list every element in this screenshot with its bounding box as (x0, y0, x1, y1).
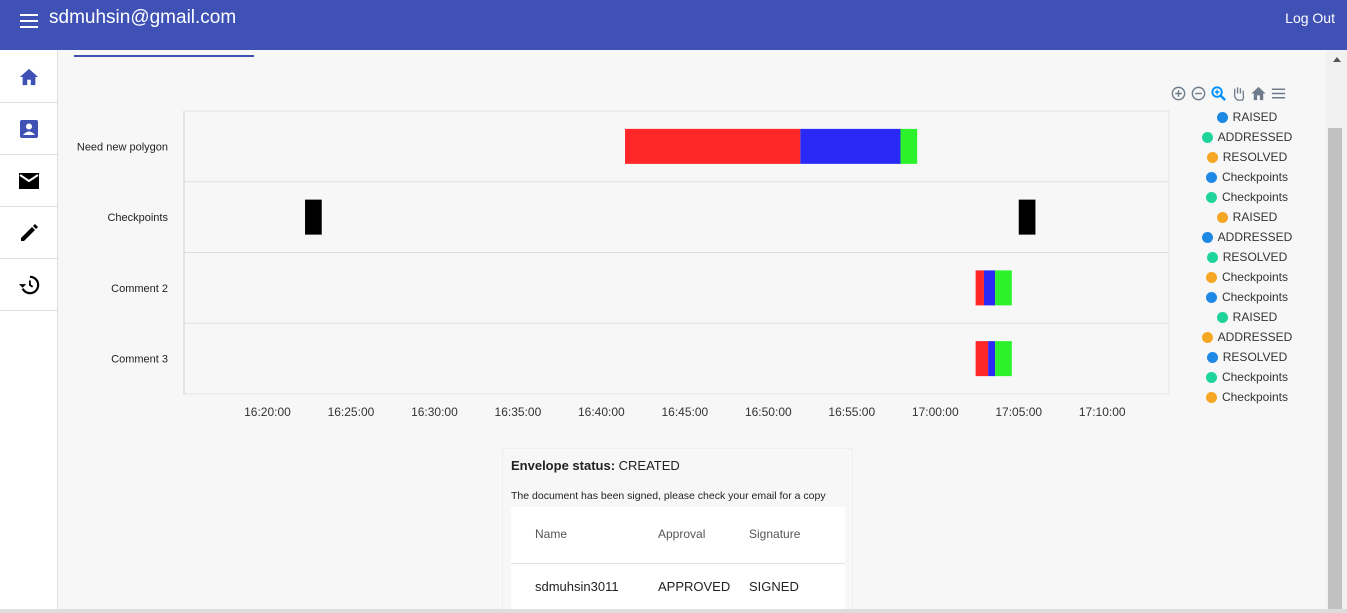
legend-marker (1205, 371, 1217, 383)
legend-marker (1201, 231, 1213, 243)
legend-marker (1205, 391, 1217, 403)
legend-item[interactable]: RESOLVED (1182, 147, 1312, 167)
legend-label: ADDRESSED (1217, 330, 1293, 344)
envelope-status-value: CREATED (618, 458, 680, 473)
row-label: Need new polygon (77, 141, 168, 153)
legend-label: RAISED (1232, 110, 1278, 124)
legend-marker (1216, 311, 1228, 323)
row-label: Checkpoints (107, 212, 168, 224)
column-header-signature: Signature (749, 527, 801, 541)
legend-label: ADDRESSED (1217, 230, 1293, 244)
zoom-select-icon[interactable] (1210, 85, 1227, 102)
bottom-edge (0, 609, 1347, 613)
x-tick-label: 17:00:00 (912, 405, 959, 419)
timeline-segment (988, 341, 996, 377)
legend-label: Checkpoints (1221, 190, 1289, 204)
signer-signature: SIGNED (749, 579, 799, 594)
chart-legend: RAISED ADDRESSED RESOLVED Checkpoints Checkp… (1182, 107, 1312, 407)
legend-item[interactable]: Checkpoints (1182, 167, 1312, 187)
legend-item[interactable]: Checkpoints (1182, 287, 1312, 307)
page-scrollbar[interactable] (1326, 50, 1347, 613)
envelope-status: Envelope status: CREATED (511, 458, 680, 473)
row-label: Comment 2 (111, 283, 168, 295)
legend-marker (1205, 291, 1217, 303)
legend-item[interactable]: Checkpoints (1182, 187, 1312, 207)
legend-label: RAISED (1232, 210, 1278, 224)
legend-marker (1216, 211, 1228, 223)
legend-marker (1206, 251, 1218, 263)
timeline-segment (625, 128, 801, 164)
legend-label: Checkpoints (1221, 270, 1289, 284)
timeline-segment (995, 341, 1012, 377)
legend-item[interactable]: RESOLVED (1182, 247, 1312, 267)
legend-label: RAISED (1232, 310, 1278, 324)
signers-table: Name Approval Signature sdmuhsin3011 APP… (511, 507, 845, 613)
legend-marker (1206, 151, 1218, 163)
legend-label: Checkpoints (1221, 370, 1289, 384)
x-tick-label: 17:10:00 (1079, 405, 1126, 419)
legend-label: RESOLVED (1222, 150, 1288, 164)
x-tick-label: 16:50:00 (745, 405, 792, 419)
legend-marker (1205, 271, 1217, 283)
legend-item[interactable]: ADDRESSED (1182, 127, 1312, 147)
pan-hand-icon[interactable] (1230, 85, 1247, 102)
envelope-message: The document has been signed, please che… (511, 490, 826, 502)
x-tick-label: 17:05:00 (995, 405, 1042, 419)
x-tick-label: 16:45:00 (661, 405, 708, 419)
legend-item[interactable]: RAISED (1182, 207, 1312, 227)
timeline-segment (305, 199, 322, 235)
timeline-segment (975, 270, 984, 306)
legend-label: RESOLVED (1222, 350, 1288, 364)
column-header-name: Name (535, 527, 568, 541)
zoom-in-icon[interactable] (1170, 85, 1187, 102)
legend-marker (1201, 131, 1213, 143)
legend-item[interactable]: Checkpoints (1182, 267, 1312, 287)
scroll-up-arrow[interactable] (1333, 57, 1341, 62)
legend-label: ADDRESSED (1217, 130, 1293, 144)
x-tick-label: 16:25:00 (328, 405, 375, 419)
legend-item[interactable]: Checkpoints (1182, 387, 1312, 407)
timeline-segment (1018, 199, 1036, 235)
envelope-status-label: Envelope status: (511, 458, 616, 473)
zoom-out-icon[interactable] (1190, 85, 1207, 102)
timeline-segment (995, 270, 1012, 306)
legend-item[interactable]: RAISED (1182, 307, 1312, 327)
legend-item[interactable]: RESOLVED (1182, 347, 1312, 367)
legend-marker (1205, 171, 1217, 183)
legend-marker (1205, 191, 1217, 203)
legend-item[interactable]: RAISED (1182, 107, 1312, 127)
menu-icon[interactable] (1270, 85, 1287, 102)
x-tick-label: 16:30:00 (411, 405, 458, 419)
legend-item[interactable]: Checkpoints (1182, 367, 1312, 387)
row-label: Comment 3 (111, 354, 168, 366)
scrollbar-thumb[interactable] (1328, 128, 1342, 613)
table-divider (511, 563, 845, 564)
timeline-segment (975, 341, 989, 377)
timeline-segment (983, 270, 996, 306)
legend-item[interactable]: ADDRESSED (1182, 227, 1312, 247)
signer-approval: APPROVED (658, 579, 731, 594)
x-tick-label: 16:40:00 (578, 405, 625, 419)
timeline-segment (900, 128, 918, 164)
legend-label: Checkpoints (1221, 390, 1289, 404)
signer-name: sdmuhsin3011 (535, 579, 619, 594)
envelope-panel: Envelope status: CREATED The document ha… (502, 448, 853, 613)
legend-marker (1201, 331, 1213, 343)
reset-home-icon[interactable] (1250, 85, 1267, 102)
timeline-segment (800, 128, 901, 164)
legend-marker (1206, 351, 1218, 363)
legend-item[interactable]: ADDRESSED (1182, 327, 1312, 347)
legend-label: Checkpoints (1221, 290, 1289, 304)
legend-label: RESOLVED (1222, 250, 1288, 264)
legend-label: Checkpoints (1221, 170, 1289, 184)
x-tick-label: 16:55:00 (828, 405, 875, 419)
chart-toolbar (1170, 85, 1287, 103)
x-tick-label: 16:20:00 (244, 405, 291, 419)
column-header-approval: Approval (658, 527, 706, 541)
x-tick-label: 16:35:00 (495, 405, 542, 419)
legend-marker (1216, 111, 1228, 123)
